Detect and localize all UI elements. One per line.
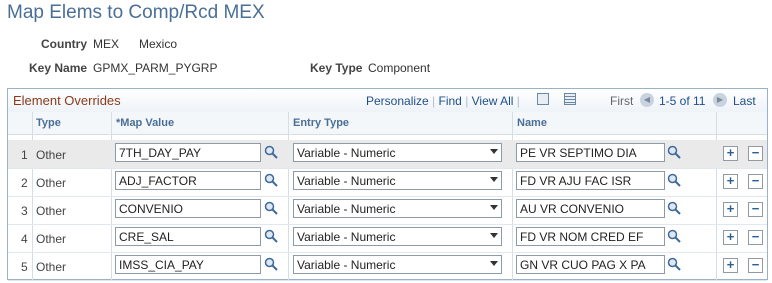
entry-type-select[interactable]: Variable - Numeric (293, 171, 502, 190)
entry-type-value: Variable - Numeric (297, 174, 396, 188)
entry-type-select[interactable]: Variable - Numeric (293, 143, 502, 162)
entry-type-select[interactable]: Variable - Numeric (293, 227, 502, 246)
add-row-icon[interactable]: + (723, 146, 738, 161)
row-number: 2 (21, 176, 28, 190)
download-icon[interactable] (537, 93, 549, 105)
col-entry-type[interactable]: Entry Type (293, 117, 349, 129)
name-input[interactable]: FD VR AJU FAC ISR (516, 171, 665, 190)
lookup-icon[interactable] (264, 201, 278, 215)
grid-header: Element Overrides Personalize | Find | V… (8, 89, 767, 113)
table-row: 4 Other CRE_SAL Variable - Numeric FD VR… (8, 224, 767, 253)
entry-type-select[interactable]: Variable - Numeric (293, 255, 502, 274)
col-map-value[interactable]: *Map Value (116, 117, 174, 129)
last-link[interactable]: Last (733, 94, 756, 108)
add-row-icon[interactable]: + (723, 230, 738, 245)
chevron-down-icon (490, 149, 498, 154)
entry-type-value: Variable - Numeric (297, 202, 396, 216)
col-name[interactable]: Name (517, 117, 547, 129)
map-value-input[interactable]: CRE_SAL (115, 227, 261, 246)
row-number: 4 (21, 232, 28, 246)
personalize-link[interactable]: Personalize (366, 94, 429, 108)
keytype-label: Key Type (310, 61, 363, 75)
col-type[interactable]: Type (36, 117, 61, 129)
row-type: Other (36, 176, 67, 190)
row-number: 5 (21, 260, 28, 274)
table-row: 1 Other 7TH_DAY_PAY Variable - Numeric P… (8, 140, 767, 169)
keytype-value: Component (368, 61, 431, 75)
add-row-icon[interactable]: + (723, 258, 738, 273)
delete-row-icon[interactable]: − (748, 174, 763, 189)
lookup-icon[interactable] (667, 229, 681, 243)
entry-type-select[interactable]: Variable - Numeric (293, 199, 502, 218)
add-row-icon[interactable]: + (723, 174, 738, 189)
lookup-icon[interactable] (264, 257, 278, 271)
find-link[interactable]: Find (439, 94, 462, 108)
keyname-label: Key Name (29, 61, 88, 75)
page-title: Map Elems to Comp/Rcd MEX (7, 2, 265, 23)
delete-row-icon[interactable]: − (748, 230, 763, 245)
map-value-input[interactable]: 7TH_DAY_PAY (115, 143, 261, 162)
map-value-input[interactable]: IMSS_CIA_PAY (115, 255, 261, 274)
previous-arrow-icon[interactable]: ◀ (640, 93, 654, 107)
chevron-down-icon (490, 261, 498, 266)
name-input[interactable]: FD VR NOM CRED EF (516, 227, 665, 246)
lookup-icon[interactable] (667, 173, 681, 187)
chevron-down-icon (490, 205, 498, 210)
entry-type-value: Variable - Numeric (297, 258, 396, 272)
grid-view-icon[interactable] (564, 93, 576, 105)
next-arrow-icon[interactable]: ▶ (713, 93, 727, 107)
add-row-icon[interactable]: + (723, 202, 738, 217)
map-value-input[interactable]: ADJ_FACTOR (115, 171, 261, 190)
row-range: 1-5 of 11 (659, 94, 706, 108)
first-link[interactable]: First (610, 94, 633, 108)
row-type: Other (36, 260, 67, 274)
name-input[interactable]: PE VR SEPTIMO DIA (516, 143, 665, 162)
name-input[interactable]: GN VR CUO PAG X PA (516, 255, 665, 274)
entry-type-value: Variable - Numeric (297, 146, 396, 160)
name-input[interactable]: AU VR CONVENIO (516, 199, 665, 218)
row-type: Other (36, 204, 67, 218)
view-all-link[interactable]: View All (472, 94, 514, 108)
row-number: 1 (21, 148, 28, 162)
chevron-down-icon (490, 233, 498, 238)
delete-row-icon[interactable]: − (748, 258, 763, 273)
lookup-icon[interactable] (264, 229, 278, 243)
row-type: Other (36, 148, 67, 162)
lookup-icon[interactable] (667, 201, 681, 215)
lookup-icon[interactable] (264, 173, 278, 187)
country-name: Mexico (139, 37, 178, 51)
lookup-icon[interactable] (667, 145, 681, 159)
keyname-value: GPMX_PARM_PYGRP (93, 61, 218, 75)
table-row: 2 Other ADJ_FACTOR Variable - Numeric FD… (8, 168, 767, 197)
lookup-icon[interactable] (667, 257, 681, 271)
table-row: 3 Other CONVENIO Variable - Numeric AU V… (8, 196, 767, 225)
grid-title: Element Overrides (13, 93, 121, 108)
delete-row-icon[interactable]: − (748, 202, 763, 217)
element-overrides-grid: Element Overrides Personalize | Find | V… (7, 88, 768, 281)
country-label: Country (41, 37, 87, 51)
column-header-row: Type *Map Value Entry Type Name (8, 112, 767, 135)
map-value-input[interactable]: CONVENIO (115, 199, 261, 218)
lookup-icon[interactable] (264, 145, 278, 159)
row-type: Other (36, 232, 67, 246)
country-code: MEX (93, 37, 120, 51)
delete-row-icon[interactable]: − (748, 146, 763, 161)
table-row: 5 Other IMSS_CIA_PAY Variable - Numeric … (8, 252, 767, 281)
row-number: 3 (21, 204, 28, 218)
chevron-down-icon (490, 177, 498, 182)
entry-type-value: Variable - Numeric (297, 230, 396, 244)
